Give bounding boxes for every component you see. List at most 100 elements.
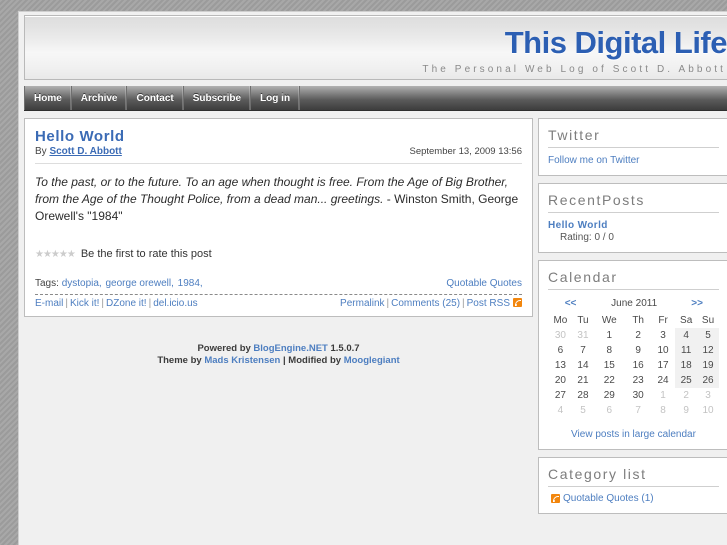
tag-dystopia[interactable]: dystopia,: [62, 278, 102, 289]
post-rating-row[interactable]: ★★★★★ Be the first to rate this post: [35, 248, 522, 260]
calendar-day-cell[interactable]: 24: [651, 373, 675, 388]
calendar-day-cell: 9: [683, 405, 689, 416]
post-tags-row: Tags: dystopia, george orewell, 1984, Qu…: [35, 278, 522, 289]
follow-on-twitter-link[interactable]: Follow me on Twitter: [548, 155, 640, 166]
calendar-day-cell[interactable]: 8: [593, 343, 625, 358]
calendar-day-cell[interactable]: 16: [625, 358, 650, 373]
link-separator: |: [65, 298, 68, 309]
calendar-day-cell[interactable]: 14: [573, 358, 593, 373]
calendar-day-cell[interactable]: 6: [548, 343, 573, 358]
widget-title-category-list: Category list: [548, 466, 719, 487]
blogengine-link[interactable]: BlogEngine.NET: [253, 343, 327, 354]
post-author-link[interactable]: Scott D. Abbott: [49, 146, 121, 157]
calendar-day-cell[interactable]: 15: [593, 358, 625, 373]
rss-icon[interactable]: [551, 494, 560, 503]
widget-recent-posts: RecentPosts Hello World Rating: 0 / 0: [538, 183, 727, 253]
share-dzone-link[interactable]: DZone it!: [106, 298, 147, 309]
share-email-link[interactable]: E-mail: [35, 298, 63, 309]
calendar-dayname-mo: Mo: [553, 315, 568, 326]
site-subtitle: The Personal Web Log of Scott D. Abbott: [422, 64, 726, 75]
calendar-week-row: 6 7 8 9 10 11 12: [548, 343, 719, 358]
post-category: Quotable Quotes: [446, 278, 522, 289]
calendar-week-row: 4 5 6 7 8 9 10: [548, 403, 719, 418]
calendar-day-cell: 31: [577, 330, 589, 341]
nav-item-login[interactable]: Log in: [251, 86, 301, 110]
post-byline: By Scott D. Abbott: [35, 146, 122, 157]
calendar-day-cell[interactable]: 5: [697, 328, 719, 343]
post-links-row: E-mail | Kick it! | DZone it! | del.icio.us Pe…: [35, 298, 522, 309]
main-content: Hello World By Scott D. Abbott September…: [24, 118, 533, 367]
calendar-day-cell[interactable]: 18: [675, 358, 698, 373]
share-delicious-link[interactable]: del.icio.us: [153, 298, 197, 309]
calendar-day-cell[interactable]: 23: [625, 373, 650, 388]
recent-post-link-hello-world[interactable]: Hello World: [548, 220, 608, 231]
footer-powered-line: Powered by BlogEngine.NET 1.5.0.7: [24, 343, 533, 355]
calendar-day-cell[interactable]: 7: [573, 343, 593, 358]
layout-columns: Hello World By Scott D. Abbott September…: [24, 118, 727, 521]
rating-prompt-text: Be the first to rate this post: [80, 248, 212, 260]
calendar-day-cell[interactable]: 17: [651, 358, 675, 373]
tag-george-orewell[interactable]: george orewell,: [106, 278, 174, 289]
nav-item-archive[interactable]: Archive: [72, 86, 128, 110]
calendar-day-cell[interactable]: 25: [675, 373, 698, 388]
calendar-next-cell[interactable]: >>: [675, 296, 719, 313]
calendar-day-cell: 2: [683, 390, 689, 401]
comments-link[interactable]: Comments (25): [391, 298, 460, 309]
category-link-quotable-quotes[interactable]: Quotable Quotes (1): [563, 493, 654, 504]
footer-modified-prefix: | Modified by: [280, 355, 344, 366]
post-body: To the past, or to the future. To an age…: [35, 174, 522, 225]
post-action-links: Permalink | Comments (25) | Post RSS: [340, 298, 522, 309]
widget-calendar: Calendar << June 2011 >> Mo Tu We Th Fr …: [538, 260, 727, 450]
nav-item-contact[interactable]: Contact: [127, 86, 184, 110]
calendar-day-cell[interactable]: 9: [625, 343, 650, 358]
calendar-next-arrow[interactable]: >>: [691, 298, 703, 309]
page-container: This Digital Life The Personal Web Log o…: [18, 11, 727, 545]
category-link-quotable-quotes[interactable]: Quotable Quotes: [446, 278, 522, 289]
calendar-day-cell[interactable]: 10: [651, 343, 675, 358]
link-separator: |: [462, 298, 465, 309]
footer-theme-prefix: Theme by: [157, 355, 205, 366]
calendar-prev-arrow[interactable]: <<: [565, 298, 577, 309]
theme-author-link[interactable]: Mads Kristensen: [204, 355, 280, 366]
calendar-day-cell: 3: [705, 390, 711, 401]
post-share-links: E-mail | Kick it! | DZone it! | del.icio.us: [35, 298, 198, 309]
calendar-day-cell[interactable]: 26: [697, 373, 719, 388]
calendar-day-cell[interactable]: 12: [697, 343, 719, 358]
view-large-calendar-link[interactable]: View posts in large calendar: [571, 429, 696, 440]
calendar-day-cell[interactable]: 29: [593, 388, 625, 403]
calendar-day-cell[interactable]: 11: [675, 343, 698, 358]
calendar-day-cell[interactable]: 3: [651, 328, 675, 343]
calendar-day-cell: 7: [635, 405, 641, 416]
widget-title-calendar: Calendar: [548, 269, 719, 290]
post-title: Hello World: [35, 128, 125, 145]
post-rss-link[interactable]: Post RSS: [467, 298, 510, 309]
calendar-day-cell[interactable]: 2: [625, 328, 650, 343]
share-kickit-link[interactable]: Kick it!: [70, 298, 99, 309]
calendar-day-cell[interactable]: 30: [625, 388, 650, 403]
tags-label: Tags:: [35, 278, 59, 289]
nav-item-subscribe[interactable]: Subscribe: [184, 86, 252, 110]
footer-version: 1.5.0.7: [327, 343, 360, 354]
post-divider: [35, 294, 522, 295]
theme-modifier-link[interactable]: Mooglegiant: [344, 355, 400, 366]
nav-item-home[interactable]: Home: [24, 86, 72, 110]
widget-category-list: Category list Quotable Quotes (1): [538, 457, 727, 514]
recent-post-item: Hello World Rating: 0 / 0: [548, 219, 719, 243]
permalink-link[interactable]: Permalink: [340, 298, 384, 309]
calendar-day-cell[interactable]: 21: [573, 373, 593, 388]
calendar-day-cell[interactable]: 13: [548, 358, 573, 373]
calendar-day-cell[interactable]: 27: [548, 388, 573, 403]
widget-title-twitter: Twitter: [548, 127, 719, 148]
post-date: September 13, 2009 13:56: [409, 146, 522, 157]
calendar-day-cell[interactable]: 19: [697, 358, 719, 373]
rating-stars-icon[interactable]: ★★★★★: [35, 249, 76, 260]
calendar-day-cell[interactable]: 4: [675, 328, 698, 343]
calendar-day-cell[interactable]: 22: [593, 373, 625, 388]
calendar-day-cell[interactable]: 20: [548, 373, 573, 388]
calendar-prev-cell[interactable]: <<: [548, 296, 593, 313]
byline-prefix: By: [35, 146, 50, 157]
calendar-day-cell[interactable]: 28: [573, 388, 593, 403]
calendar-day-cell[interactable]: 1: [593, 328, 625, 343]
tag-1984[interactable]: 1984,: [178, 278, 203, 289]
rss-icon[interactable]: [513, 298, 522, 307]
